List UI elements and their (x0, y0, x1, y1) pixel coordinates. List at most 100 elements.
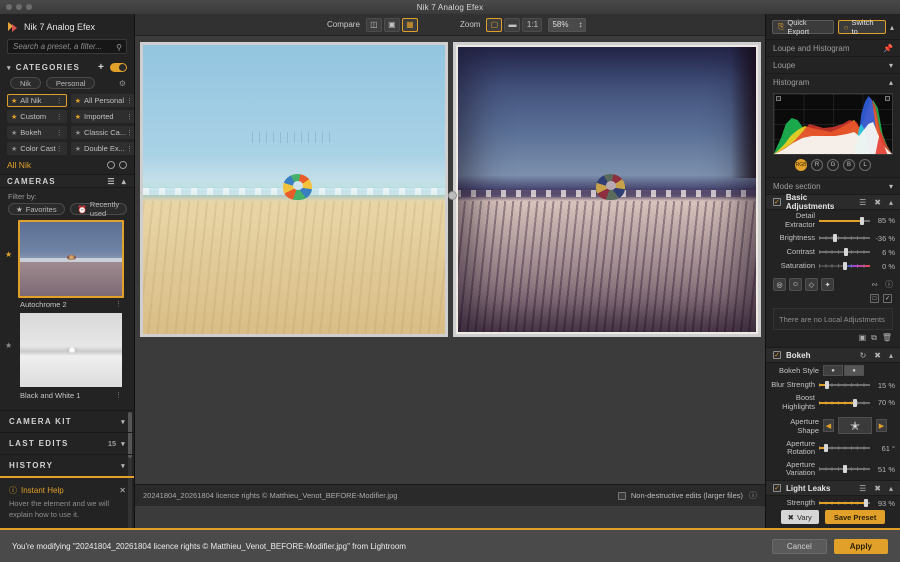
category-all-nik[interactable]: ★ All Nik ⋮ (7, 94, 67, 107)
slider-track[interactable] (819, 247, 870, 257)
pill-personal[interactable]: Personal (45, 77, 96, 89)
category-imported[interactable]: ★ Imported ⋮ (70, 110, 134, 123)
slider-knob[interactable] (842, 262, 847, 271)
more-icon[interactable]: ⋮ (115, 391, 122, 399)
filter-favorites-pill[interactable]: ★ Favorites (8, 203, 65, 215)
slider-aperture-variation[interactable]: Aperture Variation 51 % (766, 459, 900, 480)
slider-knob[interactable] (824, 381, 829, 390)
apply-button[interactable]: Apply (833, 538, 888, 554)
slider-contrast[interactable]: Contrast 6 % (766, 245, 900, 259)
aperture-shape-preview[interactable]: ✭ (838, 417, 872, 434)
close-window-button[interactable] (6, 4, 12, 10)
zoom-fit-button[interactable]: ▢ (486, 17, 503, 32)
bokeh-style-option-2[interactable]: ● (844, 365, 864, 377)
vary-button[interactable]: ✖ Vary (780, 510, 819, 524)
histogram-clip-left[interactable] (776, 96, 781, 101)
clear-icon[interactable]: ✖ (874, 351, 881, 360)
slider-knob[interactable] (860, 216, 865, 225)
category-double-exposure[interactable]: ★ Double Ex... ⋮ (70, 142, 134, 155)
visibility-icon[interactable]: ✓ (883, 294, 892, 304)
category-all-personal[interactable]: ★ All Personal ⋮ (70, 94, 134, 107)
face-select-icon[interactable]: ☺ (789, 278, 802, 292)
add-category-button[interactable]: + (98, 62, 105, 73)
link-icon[interactable]: ∾ (871, 280, 878, 289)
switch-to-button[interactable]: ○ Switch to (837, 18, 886, 36)
aperture-prev-button[interactable]: ◀ (823, 419, 834, 432)
slider-blur-strength[interactable]: Blur Strength 15 % (766, 378, 900, 392)
histogram-clip-right[interactable] (885, 96, 890, 101)
bokeh-style-row[interactable]: Bokeh Style ● ● (766, 363, 900, 378)
preset-thumbnail-black-and-white[interactable] (18, 311, 124, 389)
sidebar-section-history[interactable]: HISTORY ▾ (0, 454, 134, 476)
save-preset-button[interactable]: Save Preset (824, 510, 886, 524)
slider-saturation[interactable]: Saturation 0 % (766, 259, 900, 273)
sidebar-section-camera-kit[interactable]: CAMERA KIT ▾ (0, 410, 134, 432)
chevron-up-icon[interactable]: ▴ (122, 177, 127, 186)
pin-icon[interactable]: 📌 (883, 44, 893, 53)
menu-icon[interactable]: ☰ (859, 484, 866, 493)
categories-header[interactable]: ▾ CATEGORIES + (0, 60, 134, 75)
bokeh-header[interactable]: ✓ Bokeh ↻ ✖ ▴ (766, 347, 900, 364)
slider-track[interactable] (819, 498, 870, 508)
nondestructive-checkbox[interactable] (617, 491, 626, 500)
cameras-header[interactable]: CAMERAS ☰ ▴ (0, 174, 134, 188)
more-icon[interactable]: ⋮ (56, 113, 63, 121)
aperture-next-button[interactable]: ▶ (876, 419, 887, 432)
delete-icon[interactable]: 🗑 (882, 333, 892, 343)
menu-icon[interactable]: ☰ (859, 198, 866, 207)
slider-knob[interactable] (823, 444, 828, 453)
category-color-cast[interactable]: ★ Color Cast ⋮ (7, 142, 67, 155)
category-classic-cameras[interactable]: ★ Classic Ca... ⋮ (70, 126, 134, 139)
zoom-one-to-one-button[interactable]: 1:1 (522, 17, 543, 32)
compare-divider-handle[interactable] (448, 191, 457, 200)
help-icon[interactable]: ⓘ (885, 279, 893, 290)
compare-side-by-side-button[interactable]: ▣ (383, 17, 400, 32)
slider-knob[interactable] (844, 248, 849, 257)
channel-g-button[interactable]: G (827, 159, 839, 171)
more-icon[interactable]: ⋮ (126, 145, 133, 153)
add-adjustment-icon[interactable]: ▣ (859, 333, 867, 343)
chevron-up-icon[interactable]: ▴ (889, 198, 893, 207)
zoom-level-select[interactable]: 58% ↕ (548, 17, 587, 32)
aperture-shape-row[interactable]: Aperture Shape ◀ ✭ ▶ (766, 414, 900, 438)
light-leaks-header[interactable]: ✓ Light Leaks ☰ ✖ ▴ (766, 480, 900, 496)
slider-track[interactable] (819, 443, 870, 453)
category-options-icon[interactable]: ⚙ (119, 79, 126, 88)
bokeh-style-option-1[interactable]: ● (823, 365, 843, 377)
slider-track[interactable] (819, 464, 870, 474)
slider-brightness[interactable]: Brightness -36 % (766, 231, 900, 245)
more-icon[interactable]: ⋮ (126, 97, 133, 105)
slider-track[interactable] (819, 233, 870, 243)
image-canvas[interactable]: ▶ 20241804_20261804 licence rights © Mat… (135, 36, 900, 506)
more-icon[interactable]: ⋮ (115, 300, 122, 308)
channel-rgb-button[interactable]: RGB (795, 159, 807, 171)
bokeh-checkbox[interactable]: ✓ (773, 351, 781, 360)
category-settings-icon[interactable] (107, 161, 115, 169)
slider-knob[interactable] (864, 499, 869, 507)
star-icon[interactable]: ★ (5, 250, 12, 259)
reset-icon[interactable]: ↻ (860, 351, 867, 360)
shape-select-icon[interactable]: ◇ (805, 278, 818, 292)
cancel-button[interactable]: Cancel (771, 538, 827, 554)
slider-track[interactable] (819, 398, 870, 408)
compare-split-view-button[interactable]: ◫ (365, 17, 382, 32)
slider-track[interactable] (819, 261, 870, 271)
brush-icon[interactable]: ✦ (821, 278, 834, 292)
category-bokeh[interactable]: ★ Bokeh ⋮ (7, 126, 67, 139)
categories-toggle[interactable] (110, 63, 127, 72)
maximize-window-button[interactable] (26, 4, 32, 10)
more-icon[interactable]: ⋮ (56, 97, 63, 105)
collapse-panel-icon[interactable]: ▴ (890, 23, 894, 32)
slider-boost-highlights[interactable]: Boost Highlights 70 % (766, 392, 900, 413)
after-image-container[interactable] (453, 42, 761, 337)
more-icon[interactable]: ⋮ (56, 129, 63, 137)
channel-b-button[interactable]: B (843, 159, 855, 171)
slider-knob[interactable] (833, 234, 838, 243)
search-preset-field[interactable]: ⚲ (7, 39, 127, 54)
window-controls[interactable] (6, 4, 32, 10)
reset-icon[interactable]: ✖ (874, 484, 881, 493)
preset-item[interactable]: ★ Black and White 1 ⋮ (5, 311, 124, 401)
star-icon[interactable]: ★ (5, 341, 12, 350)
slider-track[interactable] (819, 380, 870, 390)
channel-l-button[interactable]: L (859, 159, 871, 171)
